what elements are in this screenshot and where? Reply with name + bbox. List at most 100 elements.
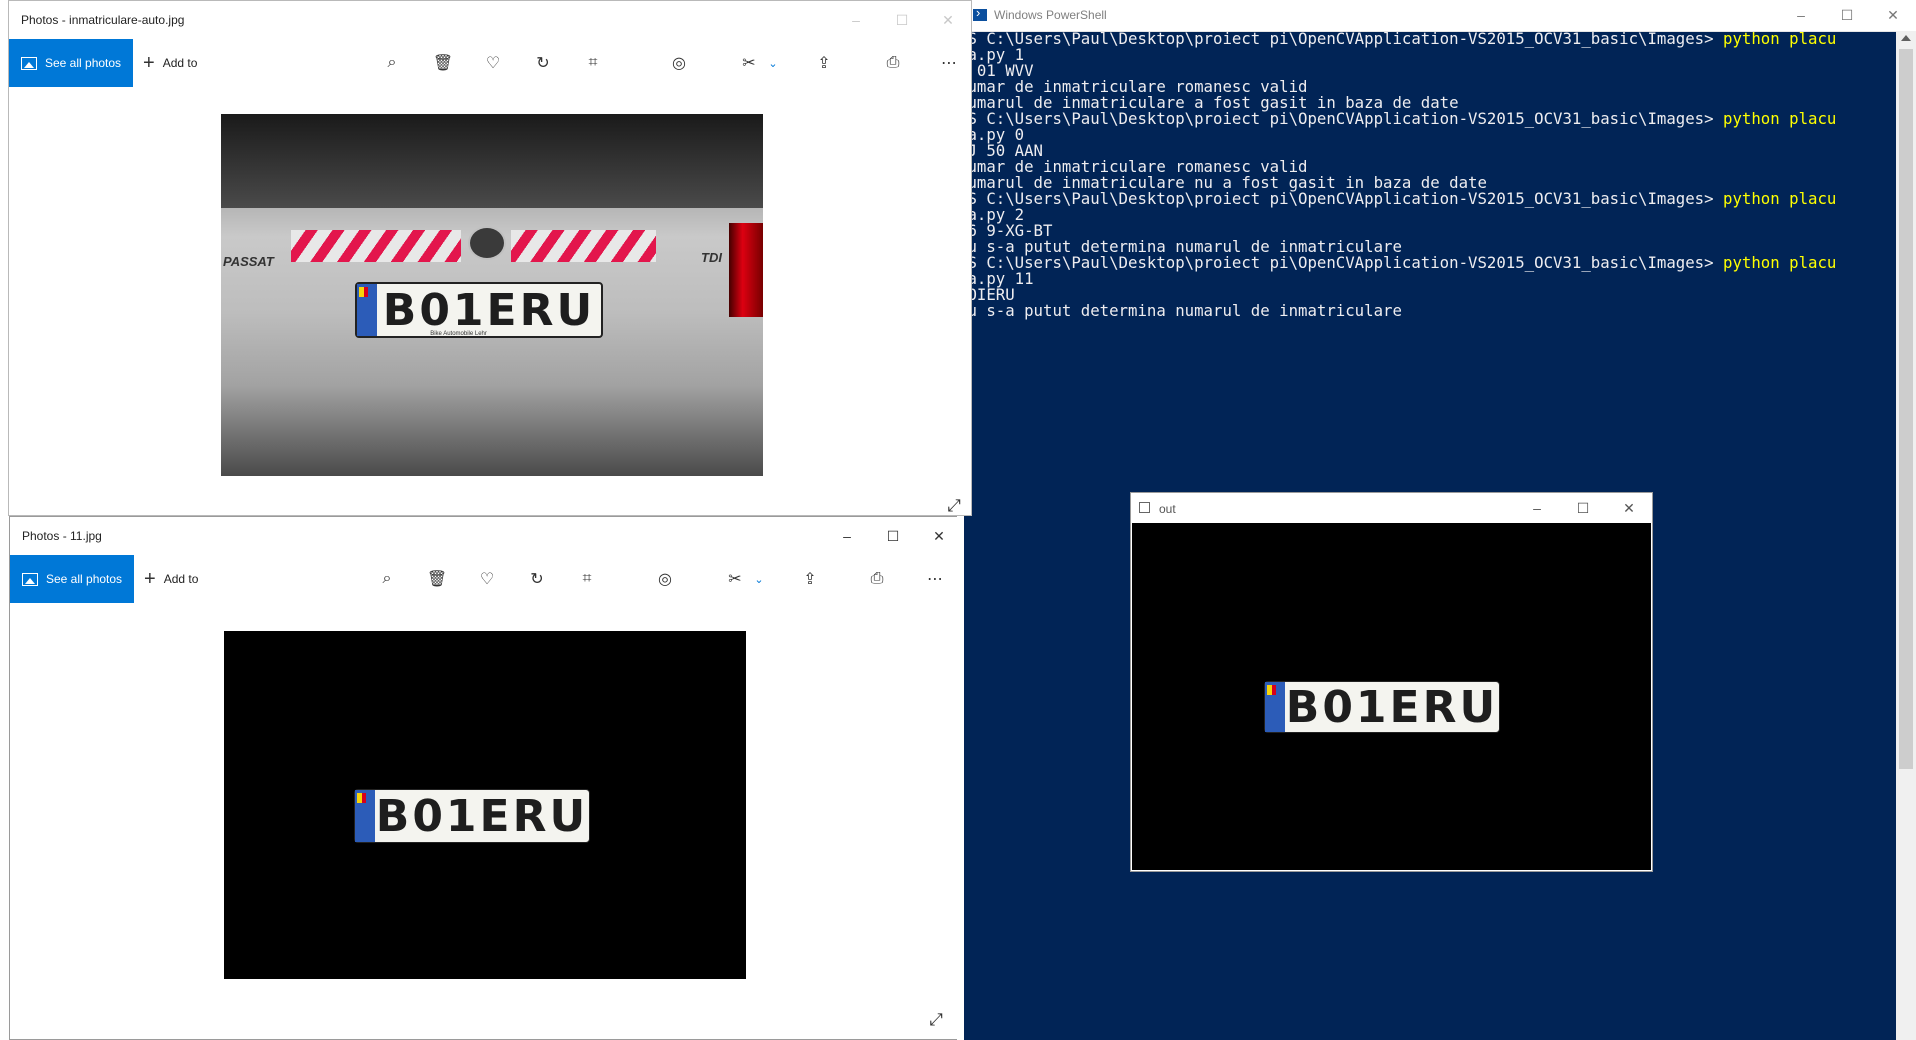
console-line: PS C:\Users\Paul\Desktop\proiect pi\Open… [958,31,1896,47]
license-plate: B01ERU [354,789,590,843]
rotate-icon[interactable]: ↻ [525,567,549,591]
plate-dealer-text: Bike Automobile Lehr [430,331,487,337]
maximize-button[interactable]: ☐ [879,5,925,35]
license-plate: B01ERU Bike Automobile Lehr [355,282,603,338]
plus-icon: + [144,567,156,590]
window-title: out [1159,502,1176,516]
add-to-label: Add to [163,572,199,586]
print-icon[interactable]: ⎙ [881,51,905,75]
plate-text: B01ERU [375,790,589,842]
image-11: B01ERU [224,631,746,979]
see-all-label: See all photos [45,56,122,70]
enhance-icon[interactable]: ◎ [667,51,691,75]
chevron-down-icon[interactable]: ⌄ [747,567,771,591]
minimize-button[interactable]: – [1778,0,1824,30]
console-command: python placu [1723,253,1837,272]
crop-icon[interactable]: ⌗ [581,51,605,75]
close-button[interactable]: ✕ [1606,493,1652,523]
powershell-icon [973,5,987,21]
console-line: ca.py 2 [958,207,1896,223]
console-text: PS C:\Users\Paul\Desktop\proiect pi\Open… [958,189,1724,208]
console-line: Nu s-a putut determina numarul de inmatr… [958,303,1896,319]
close-button[interactable]: ✕ [925,5,971,35]
maximize-button[interactable]: ☐ [1560,493,1606,523]
photos-window-bottom: Photos - 11.jpg – ☐ ✕ See all photos + A… [9,516,963,1040]
car-photo: PASSAT TDI B01ERU Bike Automobile Lehr [221,114,763,476]
chevron-down-icon[interactable]: ⌄ [761,51,785,75]
window-title: Photos - 11.jpg [22,529,102,543]
more-icon[interactable]: ⋯ [937,51,961,75]
add-to-label: Add to [162,56,198,70]
maximize-button[interactable]: ☐ [870,521,916,551]
expand-icon[interactable]: ⤢ [943,495,965,517]
scrollbar[interactable] [1896,31,1916,1040]
see-all-label: See all photos [46,572,123,586]
close-button[interactable]: ✕ [1870,0,1916,30]
vw-logo [468,226,506,261]
see-all-photos-button[interactable]: See all photos [9,39,133,87]
close-button[interactable]: ✕ [916,521,962,551]
photo-icon [22,572,38,586]
maximize-button[interactable]: ☐ [1824,0,1870,30]
window-icon [1139,502,1150,513]
console-text: PS C:\Users\Paul\Desktop\proiect pi\Open… [958,109,1724,128]
reflector-left [291,229,461,263]
crop-icon[interactable]: ⌗ [575,567,599,591]
edit-icon[interactable]: ✂ [723,567,747,591]
share-icon[interactable]: ⇪ [812,51,836,75]
console-command: python placu [1723,189,1837,208]
console-line: ca.py 1 [958,47,1896,63]
photos-toolbar: See all photos + Add to ⌕ 🗑 ♡ ↻ ⌗ ◎ ✂ ⌄ … [9,39,971,87]
out-canvas: B01ERU [1132,523,1651,870]
window-title: Photos - inmatriculare-auto.jpg [21,13,185,27]
rotate-icon[interactable]: ↻ [531,51,555,75]
zoom-icon[interactable]: ⌕ [375,567,399,591]
photo-icon [21,56,37,70]
print-icon[interactable]: ⎙ [865,567,889,591]
edit-icon[interactable]: ✂ [737,51,761,75]
console-command: python placu [1723,109,1837,128]
console-line: PS C:\Users\Paul\Desktop\proiect pi\Open… [958,255,1896,271]
minimize-button[interactable]: – [1514,493,1560,523]
window-divider [957,516,964,1040]
console-line: PS C:\Users\Paul\Desktop\proiect pi\Open… [958,111,1896,127]
console-line: ca.py 11 [958,271,1896,287]
photos-titlebar[interactable]: Photos - inmatriculare-auto.jpg – ☐ ✕ [9,1,971,39]
console-command: python placu [1723,31,1837,48]
console-line: PS C:\Users\Paul\Desktop\proiect pi\Open… [958,191,1896,207]
minimize-button[interactable]: – [824,521,870,551]
expand-icon[interactable]: ⤢ [925,1009,947,1031]
minimize-button[interactable]: – [833,5,879,35]
console-line: ca.py 0 [958,127,1896,143]
powershell-titlebar[interactable]: Windows PowerShell – ☐ ✕ [964,0,1916,32]
photos-toolbar: See all photos + Add to ⌕ 🗑 ♡ ↻ ⌗ ◎ ✂ ⌄ … [10,555,962,603]
scroll-thumb[interactable] [1899,49,1913,769]
car-model-text: PASSAT [223,254,274,269]
more-icon[interactable]: ⋯ [923,567,947,591]
favorite-icon[interactable]: ♡ [475,567,499,591]
delete-icon[interactable]: 🗑 [431,51,455,75]
plate-text: B01ERU [382,284,596,336]
plate-text: B01ERU [1285,681,1499,733]
add-to-button[interactable]: + Add to [143,39,197,87]
see-all-photos-button[interactable]: See all photos [10,555,134,603]
opencv-out-window: out – ☐ ✕ B01ERU [1130,492,1653,872]
share-icon[interactable]: ⇪ [798,567,822,591]
enhance-icon[interactable]: ◎ [653,567,677,591]
plus-icon: + [143,51,155,74]
powershell-title: Windows PowerShell [994,8,1107,22]
license-plate: B01ERU [1264,681,1500,733]
delete-icon[interactable]: 🗑 [425,567,449,591]
photos-titlebar[interactable]: Photos - 11.jpg – ☐ ✕ [10,517,962,555]
car-trim-text: TDI [701,250,722,265]
scroll-up-icon[interactable] [1901,35,1911,41]
favorite-icon[interactable]: ♡ [481,51,505,75]
console-text: PS C:\Users\Paul\Desktop\proiect pi\Open… [958,31,1724,48]
add-to-button[interactable]: + Add to [144,555,198,603]
console-text: PS C:\Users\Paul\Desktop\proiect pi\Open… [958,253,1724,272]
photos-window-top: Photos - inmatriculare-auto.jpg – ☐ ✕ Se… [8,0,972,516]
zoom-icon[interactable]: ⌕ [380,51,404,75]
console-text: Nu s-a putut determina numarul de inmatr… [958,301,1402,320]
tail-light [729,222,763,317]
reflector-right [511,229,656,263]
